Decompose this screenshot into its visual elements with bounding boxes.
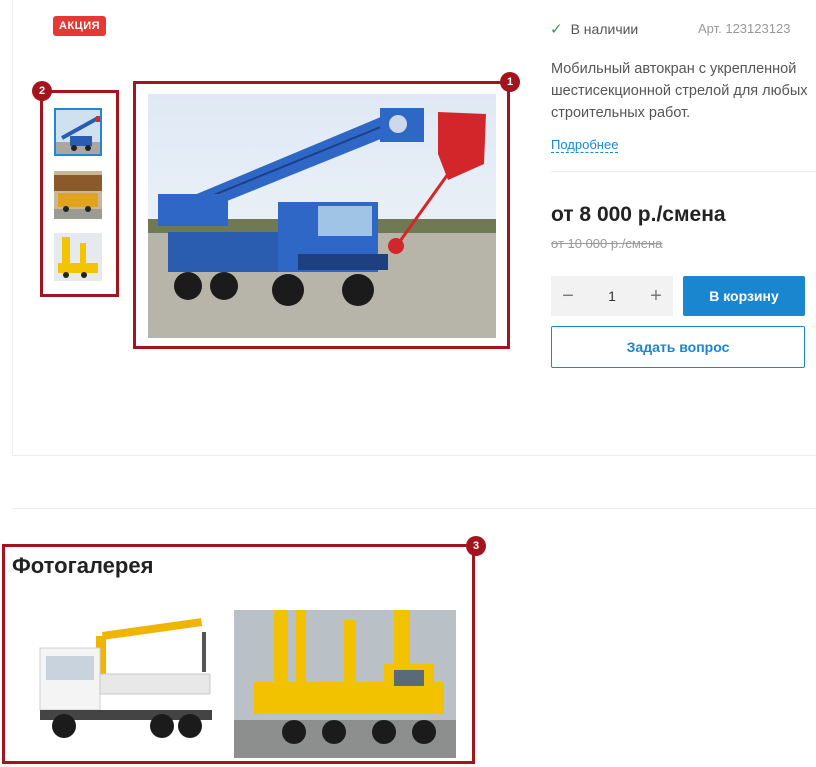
quantity-stepper: − 1 + [551,276,673,316]
thumbnail-1[interactable] [54,108,102,156]
marker-number-2: 2 [32,81,52,101]
ask-question-button[interactable]: Задать вопрос [551,326,805,368]
more-link[interactable]: Подробнее [551,137,619,153]
thumbnail-2[interactable] [54,171,102,219]
thumbnail-3[interactable] [54,233,102,281]
quantity-value[interactable]: 1 [608,288,616,304]
section-divider [12,508,816,509]
gallery-image-2[interactable] [234,610,456,758]
stock-status: ✓ В наличии [550,20,638,38]
product-price: от 8 000 р./смена [551,203,726,226]
gallery-image-1[interactable] [12,610,234,758]
gallery-title: Фотогалерея [12,553,154,578]
add-to-cart-button[interactable]: В корзину [683,276,805,316]
plus-button[interactable]: + [639,285,673,308]
divider [551,171,816,172]
marker-number-1: 1 [500,72,520,92]
product-description: Мобильный автокран с укрепленной шестисе… [551,61,808,121]
marker-number-3: 3 [466,536,486,556]
check-icon: ✓ [550,21,563,38]
old-price: от 10 000 р./смена [551,236,663,251]
minus-button[interactable]: − [551,285,585,308]
sku: Арт. 123123123 [698,21,791,36]
main-product-image[interactable] [148,94,496,338]
stock-label: В наличии [570,21,639,37]
sale-badge: АКЦИЯ [53,16,107,36]
